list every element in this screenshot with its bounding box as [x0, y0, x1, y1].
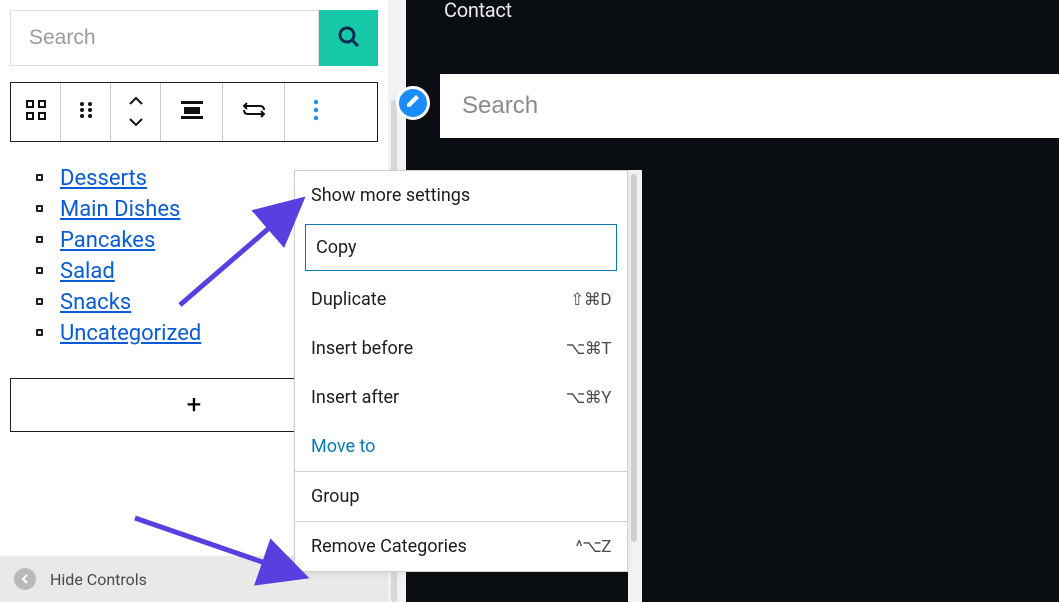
dropdown-scrollbar[interactable] — [628, 170, 642, 602]
menu-move-to[interactable]: Move to — [295, 422, 627, 471]
chevron-up-icon — [129, 93, 143, 109]
search-icon — [337, 25, 361, 52]
hide-controls-label[interactable]: Hide Controls — [50, 570, 147, 589]
toolbar-align-button[interactable] — [161, 83, 223, 141]
category-link[interactable]: Snacks — [60, 290, 131, 315]
category-link[interactable]: Pancakes — [60, 228, 155, 253]
toolbar-transform-button[interactable] — [223, 83, 285, 141]
grid-icon — [26, 100, 46, 124]
chevron-down-icon — [129, 115, 143, 131]
block-options-menu: Show more settings Copy Duplicate⇧⌘D Ins… — [294, 170, 628, 572]
shortcut: ⇧⌘D — [570, 290, 611, 310]
category-link[interactable]: Uncategorized — [60, 321, 201, 346]
toolbar-block-icon-button[interactable] — [11, 83, 61, 141]
swap-icon — [242, 100, 266, 124]
preview-nav-item[interactable]: Contact — [444, 0, 512, 22]
toolbar-more-button[interactable] — [285, 83, 347, 141]
edit-badge[interactable] — [396, 86, 430, 120]
toolbar-drag-handle[interactable] — [61, 83, 111, 141]
menu-duplicate[interactable]: Duplicate⇧⌘D — [295, 275, 627, 324]
shortcut: ⌥⌘Y — [566, 388, 611, 408]
collapse-icon[interactable] — [14, 568, 36, 590]
menu-show-more-settings[interactable]: Show more settings — [295, 171, 627, 220]
drag-icon — [78, 101, 94, 123]
toolbar-move-buttons[interactable] — [111, 83, 161, 141]
pencil-icon — [405, 93, 421, 113]
sidebar-search-input[interactable] — [10, 10, 319, 66]
menu-group[interactable]: Group — [295, 472, 627, 521]
align-icon — [181, 101, 203, 123]
category-link[interactable]: Main Dishes — [60, 197, 180, 222]
category-link[interactable]: Salad — [60, 259, 115, 284]
sidebar-search-button[interactable] — [319, 10, 378, 66]
shortcut: ⌥⌘T — [566, 339, 611, 359]
preview-search-input[interactable] — [440, 74, 1059, 138]
menu-insert-after[interactable]: Insert after⌥⌘Y — [295, 373, 627, 422]
block-toolbar — [10, 82, 378, 142]
category-link[interactable]: Desserts — [60, 166, 147, 191]
menu-copy[interactable]: Copy — [305, 224, 617, 271]
menu-remove-categories[interactable]: Remove Categories^⌥Z — [295, 522, 627, 571]
shortcut: ^⌥Z — [576, 537, 611, 557]
more-icon — [313, 99, 319, 125]
menu-insert-before[interactable]: Insert before⌥⌘T — [295, 324, 627, 373]
plus-icon: + — [187, 390, 202, 420]
